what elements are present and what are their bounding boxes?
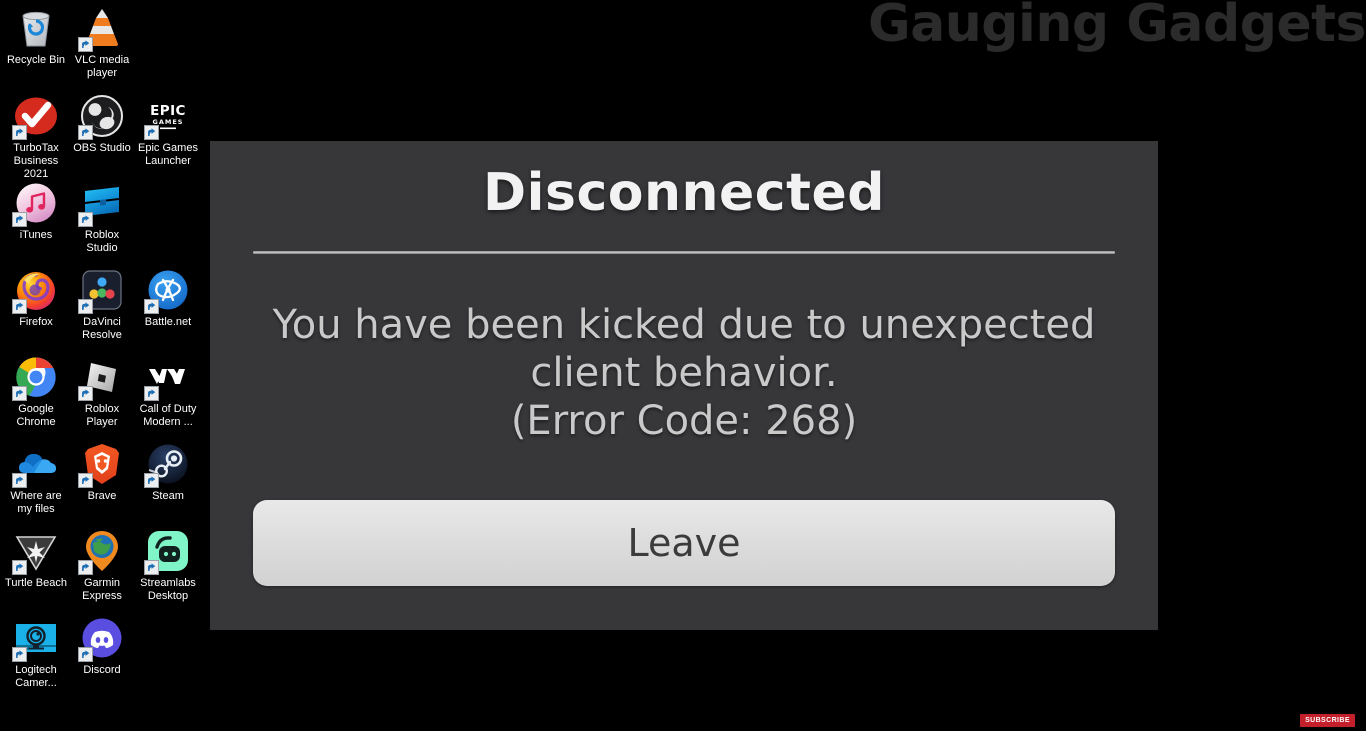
shortcut-arrow-icon	[144, 473, 159, 488]
roblox-disconnect-dialog: Disconnected You have been kicked due to…	[210, 141, 1158, 630]
vlc-icon	[78, 4, 126, 52]
desktop-icon-streamlabs[interactable]: Streamlabs Desktop	[134, 527, 202, 603]
leave-button[interactable]: Leave	[253, 500, 1115, 586]
desktop-icon-label: Roblox Studio	[84, 229, 120, 254]
turbotax-icon	[12, 92, 60, 140]
obs-icon	[78, 92, 126, 140]
desktop-icon-chrome[interactable]: Google Chrome	[2, 353, 70, 429]
steam-icon	[144, 440, 192, 488]
shortcut-arrow-icon	[78, 560, 93, 575]
shortcut-arrow-icon	[78, 37, 93, 52]
desktop-icon-obs[interactable]: OBS Studio	[68, 92, 136, 155]
desktop-icon-battle-net[interactable]: Battle.net	[134, 266, 202, 329]
dialog-divider	[253, 251, 1115, 254]
desktop-icon-label: iTunes	[19, 229, 53, 241]
desktop-icon-vlc[interactable]: VLC media player	[68, 4, 136, 80]
streamlabs-icon	[144, 527, 192, 575]
shortcut-arrow-icon	[78, 386, 93, 401]
desktop-icon-roblox-player[interactable]: Roblox Player	[68, 353, 136, 429]
desktop-icon-label: Discord	[83, 664, 121, 676]
desktop-icon-brave[interactable]: Brave	[68, 440, 136, 503]
desktop-icon-label: VLC media player	[74, 54, 130, 79]
shortcut-arrow-icon	[144, 299, 159, 314]
subscribe-button[interactable]: SUBSCRIBE	[1300, 714, 1355, 727]
shortcut-arrow-icon	[78, 473, 93, 488]
itunes-icon	[12, 179, 60, 227]
brave-icon	[78, 440, 126, 488]
desktop-icon-turtle-beach[interactable]: Turtle Beach	[2, 527, 70, 590]
shortcut-arrow-icon	[12, 299, 27, 314]
garmin-express-icon	[78, 527, 126, 575]
desktop-icon-label: Battle.net	[144, 316, 192, 328]
recycle-bin-icon	[12, 4, 60, 52]
dialog-message: You have been kicked due to unexpected c…	[272, 302, 1096, 396]
desktop-icon-label: Garmin Express	[82, 577, 122, 602]
roblox-player-icon	[78, 353, 126, 401]
onedrive-icon	[12, 440, 60, 488]
shortcut-arrow-icon	[12, 125, 27, 140]
desktop-screen: Gauging Gadgets Recycle Bin VLC media pla…	[0, 0, 1366, 731]
firefox-icon	[12, 266, 60, 314]
desktop-icon-label: Google Chrome	[16, 403, 56, 428]
desktop-icon-recycle-bin[interactable]: Recycle Bin	[2, 4, 70, 67]
shortcut-arrow-icon	[78, 125, 93, 140]
chrome-icon	[12, 353, 60, 401]
desktop-icon-steam[interactable]: Steam	[134, 440, 202, 503]
shortcut-arrow-icon	[78, 647, 93, 662]
shortcut-arrow-icon	[144, 125, 159, 140]
logitech-camera-icon	[12, 614, 60, 662]
turtle-beach-icon	[12, 527, 60, 575]
desktop-icon-label: OBS Studio	[73, 142, 131, 154]
desktop-icon-turbotax[interactable]: TurboTax Business 2021	[2, 92, 70, 181]
epic-games-icon: EPIC GAMES	[144, 92, 192, 140]
shortcut-arrow-icon	[144, 386, 159, 401]
davinci-resolve-icon	[78, 266, 126, 314]
desktop-icon-label: DaVinci Resolve	[82, 316, 122, 341]
desktop-icon-label: Steam	[152, 490, 184, 502]
desktop-icon-label: Firefox	[19, 316, 53, 328]
shortcut-arrow-icon	[12, 386, 27, 401]
call-of-duty-icon	[144, 353, 192, 401]
desktop-icon-onedrive[interactable]: Where are my files	[2, 440, 70, 516]
desktop-icon-grid: Recycle Bin VLC media player TurboTax Busi…	[0, 0, 210, 731]
desktop-icon-call-of-duty[interactable]: Call of Duty Modern ...	[134, 353, 202, 429]
desktop-icon-label: Call of Duty Modern ...	[139, 403, 197, 428]
desktop-icon-discord[interactable]: Discord	[68, 614, 136, 677]
shortcut-arrow-icon	[12, 473, 27, 488]
dialog-error-code: (Error Code: 268)	[510, 398, 858, 444]
desktop-icon-label: Logitech Camer...	[15, 664, 57, 689]
dialog-title: Disconnected	[483, 163, 885, 223]
shortcut-arrow-icon	[12, 647, 27, 662]
desktop-icon-davinci-resolve[interactable]: DaVinci Resolve	[68, 266, 136, 342]
desktop-icon-label: Where are my files	[10, 490, 62, 515]
roblox-studio-icon	[78, 179, 126, 227]
discord-icon	[78, 614, 126, 662]
shortcut-arrow-icon	[144, 560, 159, 575]
desktop-icon-logitech-camera[interactable]: Logitech Camer...	[2, 614, 70, 690]
shortcut-arrow-icon	[78, 212, 93, 227]
channel-watermark: Gauging Gadgets	[868, 0, 1366, 54]
battle-net-icon	[144, 266, 192, 314]
desktop-icon-label: Brave	[87, 490, 117, 502]
desktop-icon-label: Streamlabs Desktop	[140, 577, 196, 602]
desktop-icon-label: Turtle Beach	[5, 577, 67, 589]
desktop-icon-label: Epic Games Launcher	[138, 142, 198, 167]
shortcut-arrow-icon	[12, 560, 27, 575]
svg-text:EPIC: EPIC	[150, 103, 186, 119]
desktop-icon-label: TurboTax Business 2021	[13, 142, 59, 180]
desktop-icon-garmin-express[interactable]: Garmin Express	[68, 527, 136, 603]
desktop-icon-roblox-studio[interactable]: Roblox Studio	[68, 179, 136, 255]
desktop-icon-itunes[interactable]: iTunes	[2, 179, 70, 242]
desktop-icon-label: Roblox Player	[84, 403, 120, 428]
desktop-icon-epic-games[interactable]: EPIC GAMES Epic Games Launcher	[134, 92, 202, 168]
shortcut-arrow-icon	[12, 212, 27, 227]
desktop-icon-label: Recycle Bin	[6, 54, 66, 66]
desktop-icon-firefox[interactable]: Firefox	[2, 266, 70, 329]
shortcut-arrow-icon	[78, 299, 93, 314]
